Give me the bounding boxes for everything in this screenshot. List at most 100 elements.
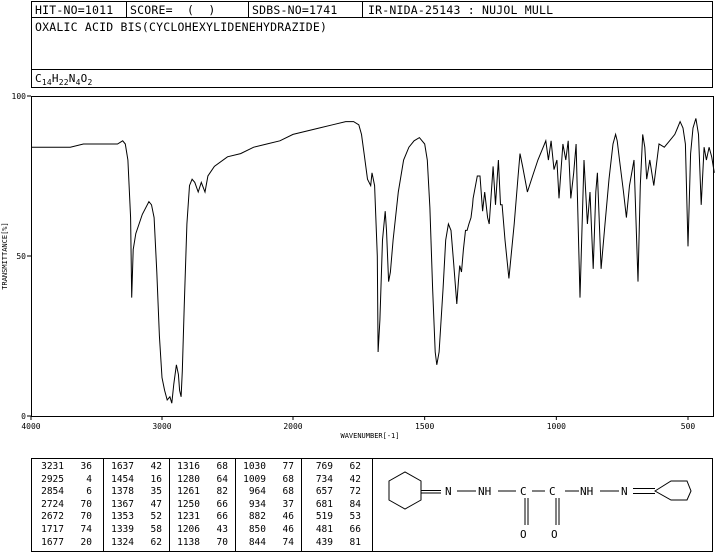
peak-wavenumber: 1677 [41, 536, 64, 548]
x-tick-label: 4000 [21, 422, 40, 431]
peak-wavenumber: 1316 [177, 461, 200, 472]
peak-transmittance: 70 [216, 536, 228, 548]
peak-transmittance: 66 [349, 524, 361, 535]
structure-o-right: O [551, 528, 558, 541]
peak-transmittance: 16 [150, 473, 162, 485]
spectrum-line [31, 118, 715, 404]
peak-transmittance: 35 [150, 486, 162, 498]
peak-transmittance: 62 [349, 461, 361, 472]
compound-name: OXALIC ACID BIS(CYCLOHEXYLIDENEHYDRAZIDE… [35, 20, 328, 34]
structure-n-left: N [445, 485, 452, 498]
peak-wavenumber: 1324 [111, 536, 134, 548]
peak-transmittance: 4 [86, 473, 92, 485]
peak-wavenumber: 1009 [243, 473, 266, 485]
structure-nh-right: NH [580, 485, 593, 498]
peak-transmittance: 74 [80, 524, 92, 535]
peak-wavenumber: 2672 [41, 511, 64, 523]
peak-transmittance: 81 [349, 536, 361, 548]
peak-wavenumber: 734 [315, 473, 333, 485]
peak-transmittance: 36 [80, 461, 92, 472]
structure-nh-left: NH [478, 485, 491, 498]
structure-o-left: O [520, 528, 527, 541]
peak-transmittance: 70 [80, 498, 92, 510]
structure-n-right: N [621, 485, 628, 498]
peak-wavenumber: 964 [248, 486, 266, 498]
peak-wavenumber: 1030 [243, 461, 266, 472]
peak-wavenumber: 2854 [41, 486, 64, 498]
peak-transmittance: 66 [216, 498, 228, 510]
peak-wavenumber: 1717 [41, 524, 64, 535]
peak-transmittance: 42 [150, 461, 162, 472]
peak-wavenumber: 681 [315, 498, 333, 510]
peak-transmittance: 53 [349, 511, 361, 523]
peak-wavenumber: 2925 [41, 473, 64, 485]
y-tick-label: 100 [12, 92, 27, 101]
chemical-structure: N NH C C NH N O O [388, 471, 692, 541]
cyclohexane-ring-left [388, 471, 422, 510]
ir-spectrum-chart: 4000 3000 2000 1500 1000 500 0 50 100 WAVENUMBER… [1, 92, 715, 440]
peak-wavenumber: 439 [315, 536, 333, 548]
peak-transmittance: 70 [80, 511, 92, 523]
peak-wavenumber: 1206 [177, 524, 200, 535]
peak-wavenumber: 1250 [177, 498, 200, 510]
peak-wavenumber: 2724 [41, 498, 64, 510]
peak-transmittance: 84 [349, 498, 361, 510]
structure-c-right: C [549, 485, 556, 498]
peak-transmittance: 46 [282, 511, 294, 523]
y-tick-label: 50 [16, 252, 26, 261]
peak-transmittance: 37 [282, 498, 294, 510]
hit-number: HIT-NO=1011 [35, 3, 114, 17]
x-tick-label: 500 [681, 422, 696, 431]
peak-wavenumber: 657 [315, 486, 333, 498]
y-axis-label: TRANSMITTANCE[%] [1, 222, 9, 289]
peak-transmittance: 77 [282, 461, 294, 472]
peak-transmittance: 6 [86, 486, 92, 498]
sdbs-number: SDBS-NO=1741 [252, 3, 338, 17]
peak-transmittance: 20 [80, 536, 92, 548]
peak-wavenumber: 1637 [111, 461, 134, 472]
peak-wavenumber: 519 [315, 511, 333, 523]
cyclohexane-ring-right [654, 480, 692, 501]
peak-transmittance: 74 [282, 536, 294, 548]
peak-wavenumber: 1378 [111, 486, 134, 498]
peak-wavenumber: 882 [248, 511, 266, 523]
peak-transmittance: 62 [150, 536, 162, 548]
peak-wavenumber: 3231 [41, 461, 64, 472]
peak-wavenumber: 1280 [177, 473, 200, 485]
y-tick-label: 0 [21, 412, 26, 421]
peak-transmittance: 68 [282, 486, 294, 498]
peak-transmittance: 42 [349, 473, 361, 485]
ir-identifier: IR-NIDA-25143 : NUJOL MULL [368, 3, 554, 17]
peak-wavenumber: 1261 [177, 486, 200, 498]
x-tick-label: 1500 [415, 422, 434, 431]
structure-c-left: C [520, 485, 527, 498]
peak-transmittance: 46 [282, 524, 294, 535]
peak-wavenumber: 1138 [177, 536, 200, 548]
peak-wavenumber: 1367 [111, 498, 134, 510]
x-tick-label: 1000 [547, 422, 566, 431]
peak-transmittance: 68 [282, 473, 294, 485]
x-tick-label: 3000 [152, 422, 171, 431]
plot-frame [31, 96, 714, 417]
peak-wavenumber: 1353 [111, 511, 134, 523]
peak-wavenumber: 844 [248, 536, 266, 548]
peak-wavenumber: 481 [315, 524, 333, 535]
peak-wavenumber: 769 [315, 461, 333, 472]
x-axis-label: WAVENUMBER[-1] [340, 432, 399, 440]
peak-transmittance: 66 [216, 511, 228, 523]
peak-transmittance: 64 [216, 473, 228, 485]
peak-wavenumber: 1231 [177, 511, 200, 523]
score: SCORE= ( ) [130, 3, 216, 17]
peak-wavenumber: 1454 [111, 473, 134, 485]
peak-wavenumber: 934 [248, 498, 266, 510]
peak-transmittance: 58 [150, 524, 162, 535]
peak-transmittance: 82 [216, 486, 228, 498]
peak-transmittance: 68 [216, 461, 228, 472]
peak-transmittance: 72 [349, 486, 361, 498]
peak-wavenumber: 850 [248, 524, 266, 535]
peak-transmittance: 52 [150, 511, 162, 523]
peak-wavenumber: 1339 [111, 524, 134, 535]
x-tick-label: 2000 [283, 422, 302, 431]
peak-transmittance: 47 [150, 498, 162, 510]
peak-transmittance: 43 [216, 524, 228, 535]
